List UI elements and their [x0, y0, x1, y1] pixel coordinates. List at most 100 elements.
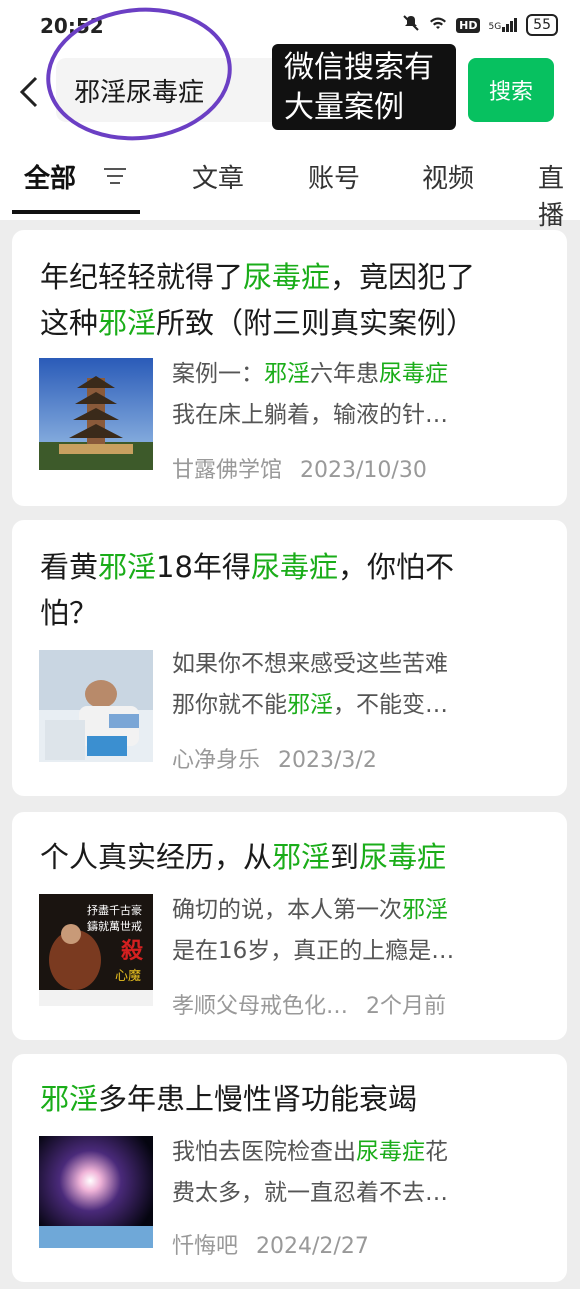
result-date: 2个月前 [366, 994, 447, 1019]
result-date: 2024/2/27 [256, 1234, 369, 1259]
hospital-thumbnail [39, 650, 153, 762]
signal-icon: 5G [488, 18, 518, 32]
network-type: 5G [488, 22, 502, 32]
highlighted-keyword: 尿毒症 [379, 361, 448, 387]
tab-accounts[interactable]: 账号 [308, 158, 360, 195]
result-title: 看黄邪淫18年得尿毒症，你怕不 怕？ [40, 544, 540, 636]
title-line: 个人真实经历，从邪淫到尿毒症 [40, 834, 540, 880]
highlighted-keyword: 尿毒症 [250, 550, 338, 584]
text-segment: 18年得 [156, 550, 251, 584]
text-segment: 是在16岁，真正的上瘾是… [172, 938, 455, 964]
result-source[interactable]: 甘露佛学馆 [172, 458, 282, 483]
title-line: 邪淫多年患上慢性肾功能衰竭 [40, 1076, 540, 1122]
text-segment: 这种 [40, 306, 99, 340]
text-segment: 个人真实经历，从 [40, 840, 273, 874]
poster-caption-4: 心魔 [115, 969, 141, 984]
highlighted-keyword: 邪淫 [98, 550, 157, 584]
text-segment: 六年患 [310, 361, 379, 387]
title-line: 这种邪淫所致（附三则真实案例） [40, 300, 540, 346]
tab-live[interactable]: 直播 [538, 158, 580, 232]
result-meta: 孝顺父母戒色化… 2个月前 [172, 988, 446, 1020]
top-bar: 20:52 HD 5G 55 邪淫尿毒症 微信搜索有 大量案例 搜索 全部 文章… [0, 0, 580, 231]
back-button[interactable] [16, 72, 46, 112]
result-card[interactable]: 邪淫多年患上慢性肾功能衰竭 我怕去医院检查出尿毒症花 费太多，就一直忍着不去… … [12, 1054, 567, 1282]
text-segment: 案例一： [172, 361, 264, 387]
text-segment: 所致（附三则真实案例） [156, 306, 476, 340]
chevron-left-icon [19, 76, 38, 108]
highlighted-keyword: 邪淫 [402, 897, 448, 923]
text-segment: ，不能变… [333, 692, 448, 718]
result-date: 2023/10/30 [300, 458, 427, 483]
text-segment: 我在床上躺着，输液的针… [172, 402, 448, 428]
galaxy-thumbnail [39, 1136, 153, 1248]
result-date: 2023/3/2 [278, 748, 377, 773]
text-segment: 如果你不想来感受这些苦难 [172, 651, 448, 677]
snippet-line: 我在床上躺着，输液的针… [172, 395, 532, 436]
text-segment: ，你怕不 [337, 550, 454, 584]
overlay-caption-line: 大量案例 [284, 90, 404, 125]
active-tab-indicator [12, 210, 140, 214]
snippet-line: 如果你不想来感受这些苦难 [172, 644, 532, 685]
title-line: 年纪轻轻就得了尿毒症，竟因犯了 [40, 254, 540, 300]
text-segment: 确切的说，本人第一次 [172, 897, 402, 923]
result-meta: 忏悔吧 2024/2/27 [172, 1228, 369, 1260]
result-source[interactable]: 心净身乐 [172, 748, 260, 773]
highlighted-keyword: 邪淫 [98, 306, 157, 340]
title-line: 看黄邪淫18年得尿毒症，你怕不 [40, 544, 540, 590]
overlay-caption-line: 微信搜索有 [284, 50, 434, 85]
battery-indicator: 55 [526, 14, 558, 36]
result-title: 邪淫多年患上慢性肾功能衰竭 [40, 1076, 540, 1122]
text-segment: 年纪轻轻就得了 [40, 260, 244, 294]
result-source[interactable]: 忏悔吧 [172, 1234, 238, 1259]
result-card[interactable]: 个人真实经历，从邪淫到尿毒症 抒盡千古豪 鑄就萬世戒 殺 心魔 确切的说，本人第… [12, 812, 567, 1040]
filter-icon[interactable] [104, 166, 126, 186]
snippet-line: 案例一：邪淫六年患尿毒症 [172, 354, 532, 395]
overlay-caption: 微信搜索有 大量案例 [272, 44, 456, 130]
search-button[interactable]: 搜索 [468, 58, 554, 122]
text-segment: 多年患上慢性肾功能衰竭 [98, 1082, 418, 1116]
snippet-line: 我怕去医院检查出尿毒症花 [172, 1132, 532, 1173]
result-title: 个人真实经历，从邪淫到尿毒症 [40, 834, 540, 880]
poster-caption-3: 殺 [121, 938, 144, 964]
result-meta: 心净身乐 2023/3/2 [172, 742, 377, 774]
highlighted-keyword: 尿毒症 [243, 260, 331, 294]
poster-thumbnail: 抒盡千古豪 鑄就萬世戒 殺 心魔 [39, 894, 153, 1006]
wifi-icon [428, 15, 448, 35]
text-segment: ，竟因犯了 [330, 260, 476, 294]
poster-caption-2: 鑄就萬世戒 [87, 919, 142, 933]
hd-icon: HD [456, 17, 481, 33]
result-title: 年纪轻轻就得了尿毒症，竟因犯了 这种邪淫所致（附三则真实案例） [40, 254, 540, 346]
text-segment: 那你就不能 [172, 692, 287, 718]
tab-videos[interactable]: 视频 [422, 158, 474, 195]
result-snippet: 我怕去医院检查出尿毒症花 费太多，就一直忍着不去… [172, 1132, 532, 1214]
tab-bar: 全部 文章 账号 视频 直播 [0, 152, 580, 231]
tab-articles[interactable]: 文章 [192, 158, 244, 195]
result-snippet: 确切的说，本人第一次邪淫 是在16岁，真正的上瘾是… [172, 890, 532, 972]
text-segment: 我怕去医院检查出 [172, 1139, 356, 1165]
text-segment: 看黄 [40, 550, 99, 584]
snippet-line: 确切的说，本人第一次邪淫 [172, 890, 532, 931]
status-icons: HD 5G 55 [402, 14, 558, 36]
result-card[interactable]: 年纪轻轻就得了尿毒症，竟因犯了 这种邪淫所致（附三则真实案例） 案例一：邪淫六年… [12, 230, 567, 506]
result-card[interactable]: 看黄邪淫18年得尿毒症，你怕不 怕？ 如果你不想来感受这些苦难 那你就不能邪淫，… [12, 520, 567, 796]
snippet-line: 是在16岁，真正的上瘾是… [172, 931, 532, 972]
mute-icon [402, 14, 420, 36]
highlighted-keyword: 邪淫 [264, 361, 310, 387]
text-segment: 花 [425, 1139, 448, 1165]
highlighted-keyword: 邪淫 [40, 1082, 99, 1116]
tab-all[interactable]: 全部 [24, 158, 76, 195]
text-segment: 怕？ [40, 596, 99, 630]
highlighted-keyword: 尿毒症 [359, 840, 447, 874]
snippet-line: 那你就不能邪淫，不能变… [172, 685, 532, 726]
text-segment: 费太多，就一直忍着不去… [172, 1180, 448, 1206]
highlighted-keyword: 邪淫 [287, 692, 333, 718]
highlighted-keyword: 尿毒症 [356, 1139, 425, 1165]
result-snippet: 案例一：邪淫六年患尿毒症 我在床上躺着，输液的针… [172, 354, 532, 436]
poster-caption-1: 抒盡千古豪 [87, 903, 142, 917]
text-segment: 到 [330, 840, 360, 874]
snippet-line: 费太多，就一直忍着不去… [172, 1173, 532, 1214]
title-line: 怕？ [40, 590, 540, 636]
result-snippet: 如果你不想来感受这些苦难 那你就不能邪淫，不能变… [172, 644, 532, 726]
result-source[interactable]: 孝顺父母戒色化… [172, 994, 348, 1019]
result-meta: 甘露佛学馆 2023/10/30 [172, 452, 427, 484]
